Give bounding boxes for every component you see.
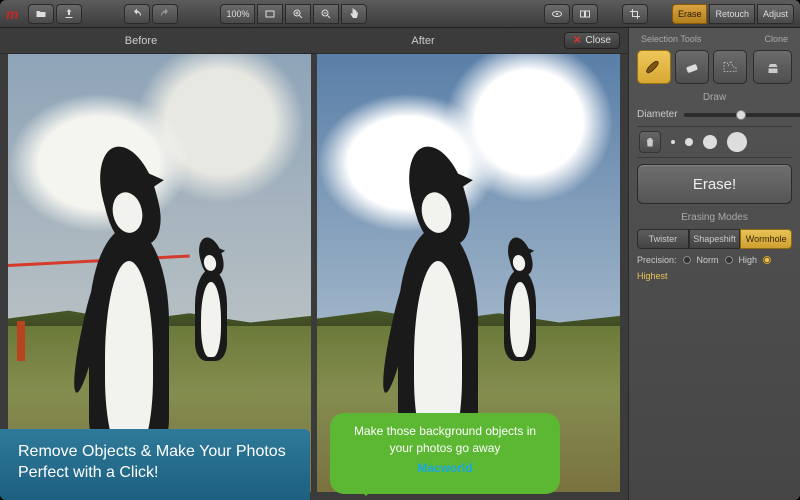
brush-preset-xs[interactable] (671, 140, 675, 144)
close-icon: ✕ (573, 35, 581, 46)
before-image[interactable] (8, 54, 311, 492)
open-button[interactable] (28, 4, 54, 24)
compare-header: Before After ✕ Close (0, 28, 628, 54)
image-row: Remove Objects & Make Your Photos Perfec… (0, 54, 628, 500)
precision-norm-radio[interactable] (683, 256, 691, 264)
clone-label: Clone (764, 34, 788, 44)
app-logo: m (6, 6, 18, 22)
clone-stamp-tool[interactable] (753, 50, 792, 84)
promo-bubble: Make those background objects in your ph… (330, 413, 560, 494)
precision-row: Precision: Norm High Highest (637, 255, 792, 281)
clear-selection-button[interactable] (639, 131, 661, 153)
mode-shapeshift[interactable]: Shapeshift (689, 229, 741, 249)
canvas-area: Before After ✕ Close (0, 28, 628, 500)
before-label: Before (0, 35, 282, 47)
diameter-label: Diameter (637, 109, 678, 120)
diameter-slider[interactable] (684, 113, 800, 117)
close-compare-button[interactable]: ✕ Close (564, 32, 620, 49)
precision-high-label: High (739, 255, 758, 265)
erasing-modes-label: Erasing Modes (637, 212, 792, 223)
promo-bubble-text: Make those background objects in your ph… (354, 424, 536, 454)
brush-preset-s[interactable] (685, 138, 693, 146)
hand-tool-button[interactable] (341, 4, 367, 24)
redo-button[interactable] (152, 4, 178, 24)
zoom-in-button[interactable] (285, 4, 311, 24)
tab-retouch[interactable]: Retouch (709, 4, 755, 24)
draw-section-label: Draw (637, 92, 792, 103)
crop-button[interactable] (622, 4, 648, 24)
fit-screen-button[interactable] (257, 4, 283, 24)
precision-high-radio[interactable] (725, 256, 733, 264)
main-area: Before After ✕ Close (0, 28, 800, 500)
export-button[interactable] (56, 4, 82, 24)
erasing-mode-segment: Twister Shapeshift Wormhole (637, 229, 792, 249)
toolbar: m 100% Erase Retouch Adjust (0, 0, 800, 28)
tab-adjust[interactable]: Adjust (757, 4, 794, 24)
selection-tools-label: Selection Tools (641, 34, 701, 44)
brush-preset-m[interactable] (703, 135, 717, 149)
zoom-out-button[interactable] (313, 4, 339, 24)
lasso-select-tool[interactable] (713, 50, 747, 84)
preview-toggle-button[interactable] (544, 4, 570, 24)
close-label: Close (585, 35, 611, 46)
precision-highest-label: Highest (637, 271, 668, 281)
undo-button[interactable] (124, 4, 150, 24)
promo-headline: Remove Objects & Make Your Photos Perfec… (0, 429, 310, 500)
sidebar: Selection Tools Clone Draw Diameter 45 (628, 28, 800, 500)
brush-preset-l[interactable] (727, 132, 747, 152)
erase-action-button[interactable]: Erase! (637, 164, 792, 204)
app-window: m 100% Erase Retouch Adjust (0, 0, 800, 500)
brush-size-presets (637, 126, 792, 158)
precision-highest-radio[interactable] (763, 256, 771, 264)
after-label: After (411, 35, 434, 47)
brush-select-tool[interactable] (637, 50, 671, 84)
promo-source: Macworld (344, 460, 546, 476)
foreground-penguin (63, 124, 196, 466)
zoom-level-button[interactable]: 100% (220, 4, 255, 24)
mode-twister[interactable]: Twister (637, 229, 689, 249)
precision-label: Precision: (637, 255, 677, 265)
tab-erase[interactable]: Erase (672, 4, 708, 24)
eraser-select-tool[interactable] (675, 50, 709, 84)
mode-wormhole[interactable]: Wormhole (740, 229, 792, 249)
precision-norm-label: Norm (697, 255, 719, 265)
compare-toggle-button[interactable] (572, 4, 598, 24)
